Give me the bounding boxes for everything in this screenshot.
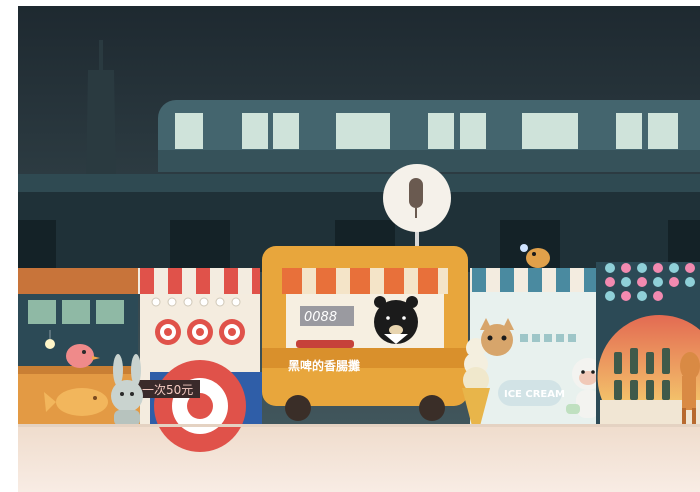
elevated-train [158, 100, 700, 172]
black-bear-character [374, 296, 418, 344]
ice-cream-sign: ICE CREAM [504, 389, 565, 400]
sausage-stall-sign: 黑啤的香腸攤 [288, 358, 360, 373]
game-price-label: 一次50元 [142, 383, 193, 397]
viaduct [18, 174, 700, 192]
night-market-illustration: 一次50元 0088 黑啤的香腸攤 ICE CREAM [0, 0, 700, 492]
menu-board-text: 0088 [304, 310, 337, 325]
ground [18, 424, 700, 492]
